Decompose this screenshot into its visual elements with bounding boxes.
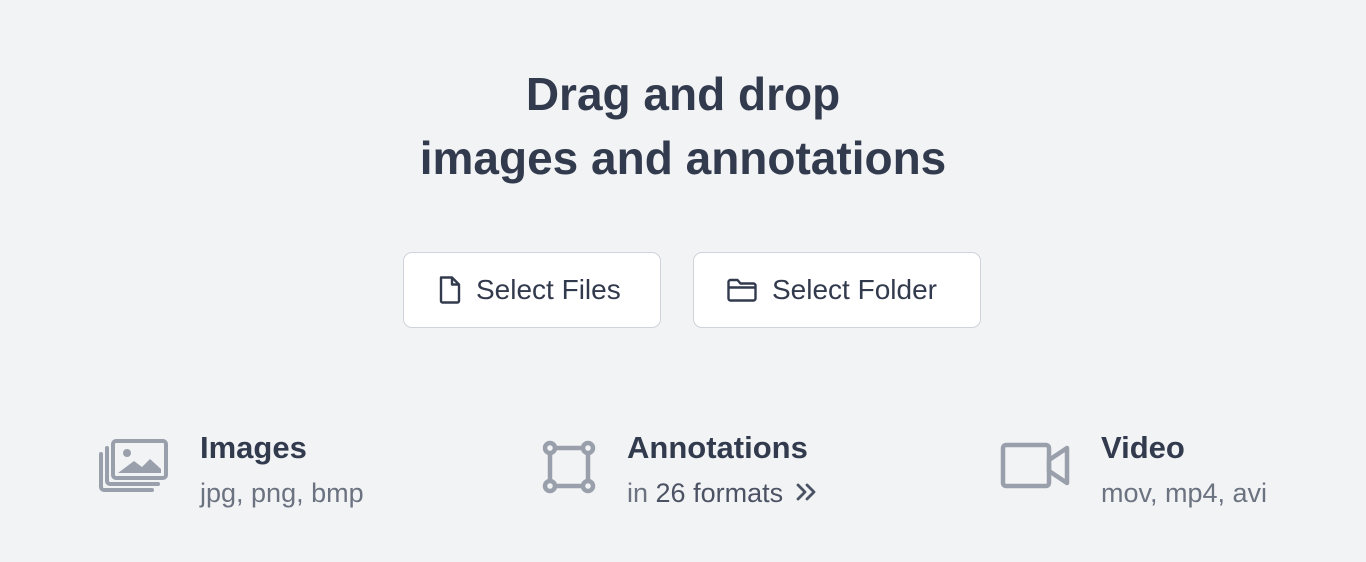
annotations-formats-link[interactable]: in 26 formats bbox=[627, 476, 817, 510]
annotations-title: Annotations bbox=[627, 430, 808, 465]
drop-zone-heading: Drag and drop images and annotations bbox=[0, 62, 1366, 190]
images-formats: jpg, png, bmp bbox=[200, 478, 364, 508]
images-icon bbox=[98, 437, 170, 498]
select-folder-label: Select Folder bbox=[772, 274, 937, 305]
double-chevron-right-icon bbox=[795, 476, 817, 510]
video-feature: Video mov, mp4, avi bbox=[1000, 430, 1300, 520]
video-formats: mov, mp4, avi bbox=[1101, 478, 1268, 508]
bounding-box-icon bbox=[540, 437, 598, 500]
annotations-formats-count: 26 formats bbox=[655, 478, 784, 508]
images-feature: Images jpg, png, bmp bbox=[98, 430, 418, 520]
video-camera-icon bbox=[1000, 441, 1072, 496]
select-files-button[interactable]: Select Files bbox=[403, 252, 661, 328]
images-title: Images bbox=[200, 430, 307, 465]
video-title: Video bbox=[1101, 430, 1185, 465]
annotations-formats-prefix: in bbox=[627, 478, 649, 508]
select-folder-button[interactable]: Select Folder bbox=[693, 252, 981, 328]
heading-line-1: Drag and drop bbox=[525, 68, 841, 120]
annotations-feature: Annotations in 26 formats bbox=[540, 430, 870, 520]
heading-line-2: images and annotations bbox=[419, 132, 947, 184]
file-icon bbox=[436, 275, 464, 305]
folder-icon bbox=[726, 275, 758, 305]
select-files-label: Select Files bbox=[476, 274, 621, 305]
